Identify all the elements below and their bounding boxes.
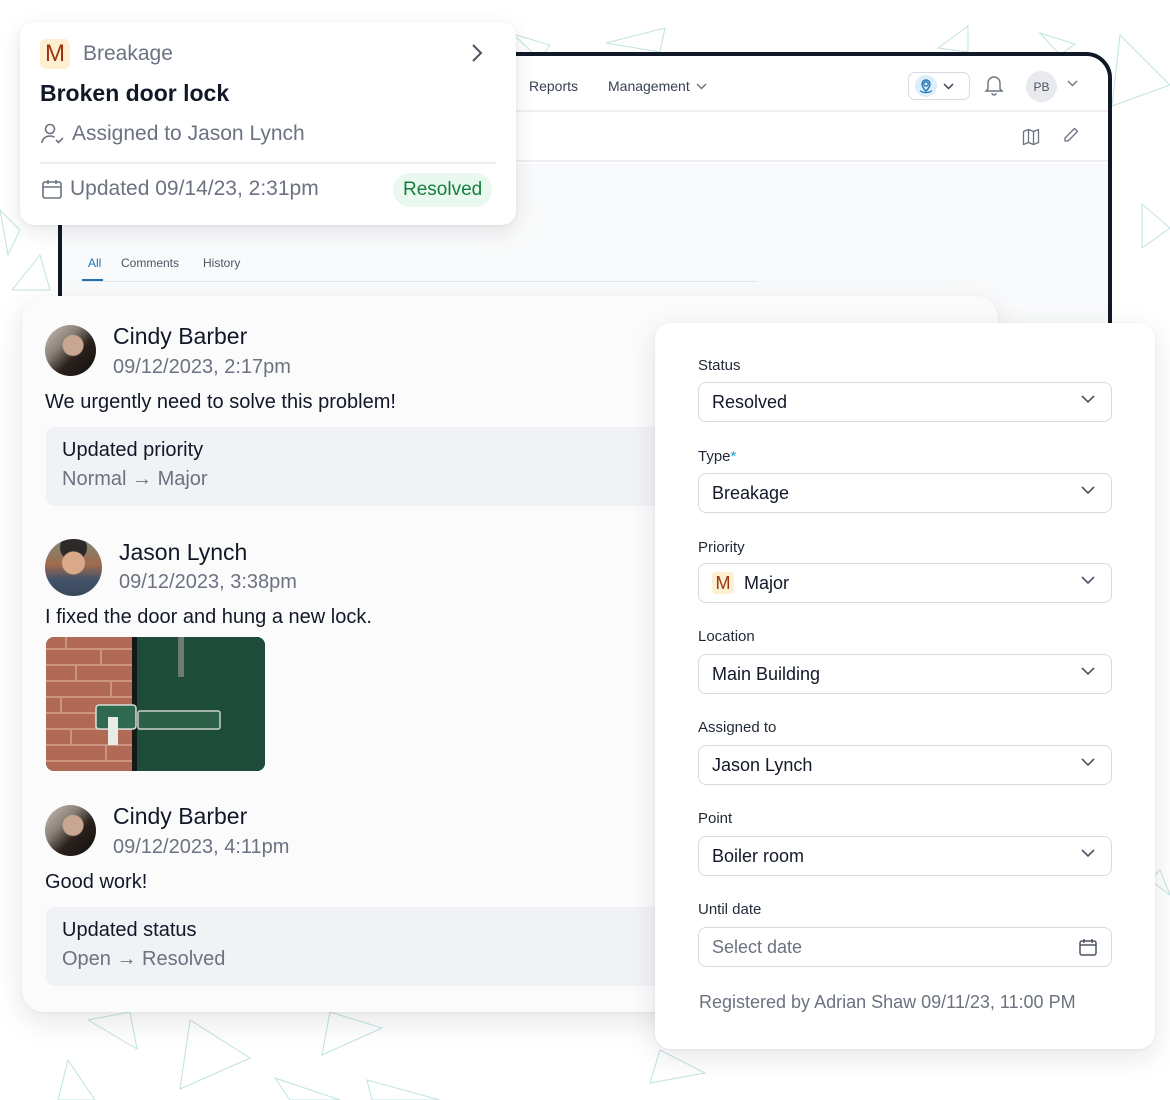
bg-triangle — [1141, 202, 1170, 249]
location-pin-icon — [915, 75, 937, 97]
chevron-down-icon — [696, 83, 707, 89]
bg-triangle — [0, 209, 21, 257]
bg-triangle — [86, 1011, 138, 1050]
chevron-down-icon[interactable] — [1067, 80, 1078, 87]
location-label: Location — [698, 628, 755, 645]
tab-history[interactable]: History — [203, 256, 240, 270]
bell-icon[interactable] — [984, 74, 1004, 96]
activity-tabs: All Comments History — [82, 248, 758, 282]
bg-triangle — [321, 1011, 384, 1056]
calendar-icon[interactable] — [1078, 937, 1098, 957]
type-label-text: Type — [698, 448, 731, 465]
bg-triangle — [649, 1049, 707, 1084]
status-value: Resolved — [712, 391, 788, 412]
ticket-updated: Updated 09/14/23, 2:31pm — [40, 177, 319, 201]
user-check-icon — [41, 123, 64, 144]
assigned-value: Jason Lynch — [712, 754, 813, 775]
point-value: Boiler room — [712, 845, 805, 866]
until-date-input[interactable]: Select date — [698, 927, 1112, 967]
chevron-right-icon[interactable] — [470, 42, 484, 64]
nav-management[interactable]: Management — [608, 78, 707, 94]
user-avatar[interactable]: PB — [1026, 71, 1057, 102]
attachment-photo[interactable] — [46, 637, 265, 771]
entry-author: Jason Lynch — [119, 539, 248, 565]
type-value: Breakage — [712, 482, 790, 503]
location-value: Main Building — [712, 663, 821, 684]
ticket-details-form: Status Resolved Type* Breakage Priority … — [655, 323, 1155, 1049]
status-label: Status — [698, 357, 741, 374]
tab-comments[interactable]: Comments — [121, 256, 179, 270]
status-select[interactable]: Resolved — [698, 382, 1112, 422]
avatar — [45, 805, 96, 856]
point-select[interactable]: Boiler room — [698, 836, 1112, 876]
bg-triangle — [936, 25, 969, 53]
bg-triangle — [179, 1019, 252, 1090]
divider — [40, 162, 496, 164]
entry-author: Cindy Barber — [113, 803, 248, 829]
assigned-select[interactable]: Jason Lynch — [698, 745, 1112, 785]
door-lock-photo — [46, 637, 265, 771]
point-label: Point — [698, 810, 733, 827]
bg-triangle — [366, 1079, 441, 1100]
registered-info: Registered by Adrian Shaw 09/11/23, 11:0… — [699, 992, 1076, 1012]
active-tab-indicator — [82, 279, 103, 281]
chevron-down-icon — [1081, 667, 1095, 676]
chevron-down-icon — [1081, 395, 1095, 404]
entry-time: 09/12/2023, 4:11pm — [113, 836, 290, 858]
ticket-title: Broken door lock — [40, 80, 230, 106]
bg-triangle — [57, 1058, 96, 1100]
entry-time: 09/12/2023, 2:17pm — [113, 356, 291, 378]
ticket-summary-card[interactable]: M Breakage Broken door lock Assigned to … — [20, 22, 516, 225]
priority-value: Major — [744, 572, 790, 593]
chevron-down-icon — [943, 82, 954, 90]
ticket-assignee: Assigned to Jason Lynch — [40, 122, 305, 146]
ticket-type: Breakage — [83, 42, 173, 65]
chevron-down-icon — [1081, 486, 1095, 495]
type-label: Type* — [698, 448, 736, 465]
bg-triangle — [10, 253, 51, 291]
entry-author: Cindy Barber — [113, 323, 248, 349]
priority-badge: M — [712, 572, 734, 594]
change-detail: Normal → Major — [62, 468, 208, 490]
assigned-label: Assigned to — [698, 719, 777, 736]
status-badge: Resolved — [393, 173, 493, 207]
required-marker: * — [730, 448, 737, 465]
pencil-icon[interactable] — [1062, 126, 1080, 144]
map-icon[interactable] — [1022, 128, 1040, 146]
chevron-down-icon — [1081, 576, 1095, 585]
priority-badge: M — [40, 39, 70, 69]
avatar — [45, 539, 102, 596]
calendar-icon — [42, 180, 62, 199]
location-picker[interactable] — [908, 72, 970, 100]
entry-text: I fixed the door and hung a new lock. — [45, 606, 372, 628]
nav-reports[interactable]: Reports — [529, 78, 578, 94]
until-date-label: Until date — [698, 901, 762, 918]
entry-text: Good work! — [45, 871, 148, 893]
priority-select[interactable]: M Major — [698, 563, 1112, 603]
nav-management-label: Management — [608, 78, 690, 94]
bg-triangle — [1111, 33, 1170, 107]
chevron-down-icon — [1081, 758, 1095, 767]
priority-label: Priority — [698, 539, 745, 556]
change-title: Updated status — [62, 919, 197, 941]
bg-triangle — [273, 1077, 341, 1100]
chevron-down-icon — [1081, 849, 1095, 858]
entry-text: We urgently need to solve this problem! — [45, 391, 396, 413]
type-select[interactable]: Breakage — [698, 473, 1112, 513]
ticket-updated-text: Updated 09/14/23, 2:31pm — [70, 177, 319, 200]
tab-all[interactable]: All — [88, 256, 101, 270]
bg-triangle — [605, 27, 666, 53]
change-title: Updated priority — [62, 439, 204, 461]
avatar — [45, 325, 96, 376]
ticket-assignee-text: Assigned to Jason Lynch — [72, 122, 305, 145]
change-detail: Open → Resolved — [62, 948, 226, 970]
entry-time: 09/12/2023, 3:38pm — [119, 571, 297, 593]
until-date-placeholder: Select date — [712, 936, 803, 957]
location-select[interactable]: Main Building — [698, 654, 1112, 694]
